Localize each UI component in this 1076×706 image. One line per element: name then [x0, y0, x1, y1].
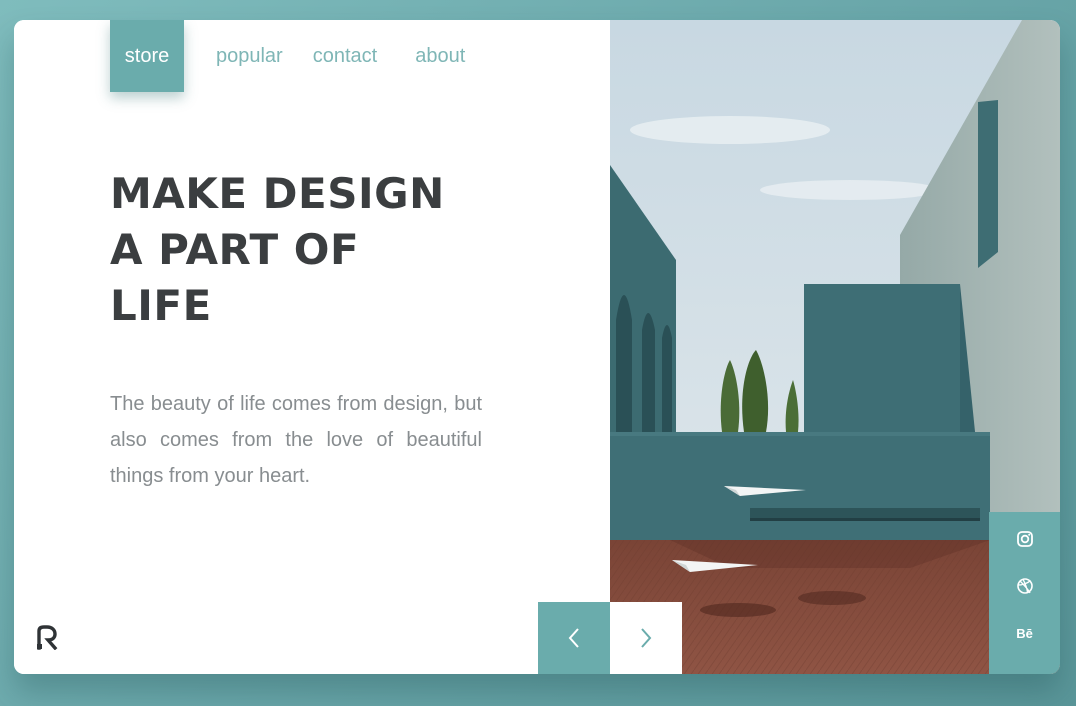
next-button[interactable] — [610, 602, 682, 674]
headline: MAKE DESIGN A PART OF LIFE — [106, 166, 459, 334]
r-logo-icon[interactable] — [36, 624, 58, 650]
social-bar: Bē — [989, 512, 1060, 674]
left-panel: store popular contact about MAKE DESIGN … — [14, 20, 610, 674]
nav-popular[interactable]: popular — [216, 20, 283, 92]
headline-make: MAKE — [110, 169, 263, 218]
dribbble-link[interactable] — [989, 571, 1060, 601]
nav-about[interactable]: about — [415, 20, 465, 92]
headline-highlight-life: LIFE — [106, 278, 226, 334]
instagram-link[interactable] — [989, 524, 1060, 554]
top-nav: store popular contact about — [110, 20, 465, 92]
nav-store[interactable]: store — [110, 20, 184, 92]
headline-life: LIFE — [110, 281, 212, 330]
instagram-icon — [1016, 531, 1033, 547]
chevron-left-icon — [568, 628, 579, 648]
dribbble-icon — [1016, 578, 1033, 594]
landing-card: store popular contact about MAKE DESIGN … — [14, 20, 1060, 674]
headline-line-3: LIFE — [106, 278, 445, 334]
nav-store-label: store — [124, 44, 170, 67]
nav-contact[interactable]: contact — [313, 20, 377, 92]
previous-button[interactable] — [538, 602, 610, 674]
chevron-right-icon — [641, 628, 652, 648]
headline-highlight-design: DESIGN — [258, 166, 459, 222]
behance-link[interactable]: Bē — [989, 618, 1060, 648]
headline-design: DESIGN — [262, 169, 445, 218]
headline-line-1: MAKE DESIGN — [110, 166, 459, 222]
behance-icon: Bē — [1016, 625, 1033, 641]
description: The beauty of life comes from design, bu… — [110, 393, 482, 487]
headline-line-2: A PART OF — [110, 225, 360, 274]
